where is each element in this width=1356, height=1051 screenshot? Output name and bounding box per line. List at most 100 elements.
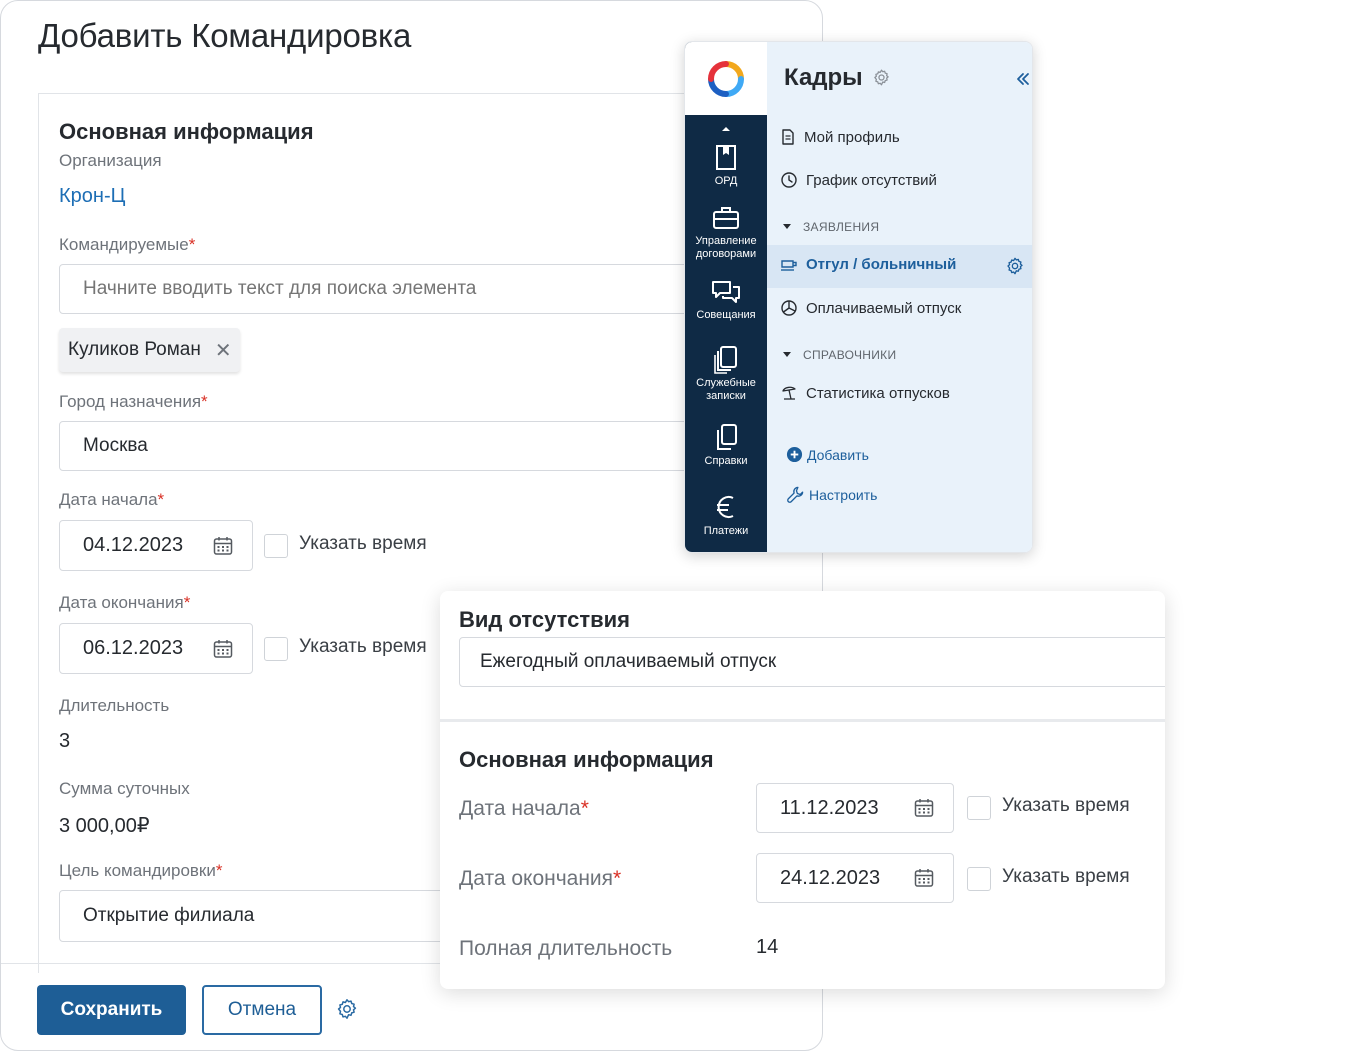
end-date-value: 06.12.2023 (83, 637, 184, 659)
chat-bubbles-icon (712, 281, 740, 303)
end-specify-time-label: Указать время (299, 636, 427, 657)
app-rail: ОРД Управление договорами Совещания Служ… (685, 42, 767, 552)
rail-item-label: Справки (704, 455, 748, 467)
absence-end-time-checkbox[interactable] (967, 867, 991, 891)
absence-end-label: Дата окончания* (459, 867, 622, 890)
full-duration-value: 14 (756, 936, 779, 958)
purpose-value: Открытие филиала (83, 905, 255, 926)
start-date-value: 04.12.2023 (83, 534, 184, 556)
cancel-button[interactable]: Отмена (202, 985, 322, 1035)
plus-circle-icon (786, 446, 803, 463)
rail-item-meetings[interactable]: Совещания (685, 278, 767, 322)
end-specify-time-checkbox[interactable] (264, 637, 288, 661)
gear-icon[interactable] (872, 68, 891, 87)
traveler-chip: Куликов Роман ✕ (59, 328, 240, 372)
rail-item-certificates[interactable]: Справки (685, 422, 767, 468)
full-duration-label: Полная длительность (459, 937, 673, 960)
rail-item-label: Управление (695, 235, 757, 247)
menu-item-label: Отгул / больничный (806, 256, 957, 273)
euro-icon (717, 496, 734, 518)
per-diem-label: Сумма суточных (59, 779, 190, 798)
remove-chip-icon[interactable]: ✕ (215, 338, 232, 363)
city-value: Москва (83, 435, 148, 456)
end-date-input[interactable]: 06.12.2023 (59, 623, 253, 674)
caret-down-icon (783, 352, 791, 357)
absence-start-label: Дата начала* (459, 797, 589, 820)
absence-start-value: 11.12.2023 (780, 796, 879, 819)
app-logo[interactable] (685, 42, 767, 115)
cup-icon (781, 259, 797, 271)
start-specify-time-checkbox[interactable] (264, 534, 288, 558)
document-icon (782, 129, 794, 145)
duration-label: Длительность (59, 696, 170, 715)
start-specify-time-label: Указать время (299, 533, 427, 554)
calendar-icon[interactable] (913, 797, 935, 819)
menu-item-label: Статистика отпусков (806, 384, 950, 402)
menu-group-label: ЗАЯВЛЕНИЯ (803, 220, 880, 234)
duration-value: 3 (59, 730, 71, 752)
rail-item-label: Совещания (696, 309, 756, 321)
add-menu-item-button[interactable]: Добавить (786, 446, 869, 463)
save-button[interactable]: Сохранить (37, 985, 186, 1035)
rail-item-label: Служебные (696, 377, 756, 389)
menu-item-schedule[interactable]: График отсутствий (780, 171, 937, 189)
city-label: Город назначения* (59, 392, 208, 411)
briefcase-icon (713, 207, 739, 229)
organization-link[interactable]: Крон-Ц (59, 185, 125, 208)
add-label: Добавить (807, 446, 869, 463)
rail-item-memos[interactable]: Служебные записки (685, 344, 767, 403)
rail-scroll-up-icon[interactable] (720, 125, 732, 133)
section-title: Основная информация (59, 119, 314, 144)
wrench-icon (787, 486, 804, 503)
end-date-label: Дата окончания* (59, 593, 191, 612)
calendar-icon[interactable] (913, 867, 935, 889)
travelers-label: Командируемые* (59, 235, 196, 254)
menu-item-label: Оплачиваемый отпуск (806, 299, 962, 317)
calendar-icon[interactable] (212, 638, 234, 660)
absence-end-input[interactable]: 24.12.2023 (756, 853, 954, 903)
absence-type-select[interactable]: Ежегодный оплачиваемый отпуск (459, 637, 1165, 687)
traveler-chip-label: Куликов Роман (68, 339, 201, 360)
gear-icon[interactable] (335, 997, 359, 1021)
pie-chart-icon (781, 300, 797, 316)
configure-label: Настроить (809, 486, 878, 503)
absence-type-value: Ежегодный оплачиваемый отпуск (480, 651, 777, 672)
organization-label: Организация (59, 151, 162, 170)
stacked-docs-icon (714, 346, 737, 374)
collapse-double-chevron-icon[interactable] (1015, 71, 1031, 87)
absence-section-title: Основная информация (459, 747, 714, 772)
menu-group-requests[interactable]: ЗАЯВЛЕНИЯ (782, 220, 879, 234)
purpose-label: Цель командировки* (59, 861, 223, 880)
menu-group-references[interactable]: СПРАВОЧНИКИ (782, 348, 896, 362)
rail-item-payments[interactable]: Платежи (685, 492, 767, 538)
absence-type-title: Вид отсутствия (459, 607, 630, 632)
absence-end-time-label: Указать время (1002, 866, 1130, 887)
absence-divider (440, 719, 1165, 722)
clock-icon (781, 172, 797, 188)
menu-item-paid-leave[interactable]: Оплачиваемый отпуск (780, 299, 961, 317)
start-date-label: Дата начала* (59, 490, 165, 509)
start-date-input[interactable]: 04.12.2023 (59, 520, 253, 571)
absence-start-time-checkbox[interactable] (967, 796, 991, 820)
absence-start-time-label: Указать время (1002, 795, 1130, 816)
menu-item-label: График отсутствий (806, 171, 937, 189)
rail-item-label: Платежи (703, 525, 749, 537)
calendar-icon[interactable] (212, 535, 234, 557)
page-title: Добавить Командировка (38, 17, 412, 54)
configure-menu-button[interactable]: Настроить (786, 485, 877, 504)
menu-item-sick-leave[interactable]: Отгул / больничный (780, 256, 956, 273)
app-navigation-popup: ОРД Управление договорами Совещания Служ… (684, 41, 1033, 553)
caret-down-icon (783, 224, 791, 229)
rail-item-label: записки (706, 390, 746, 402)
rail-item-contracts[interactable]: Управление договорами (685, 204, 767, 261)
menu-item-profile[interactable]: Мой профиль (780, 128, 900, 146)
app-title: Кадры (784, 64, 891, 92)
menu-item-stats[interactable]: Статистика отпусков (780, 384, 950, 402)
logo-ring-icon (708, 60, 744, 97)
per-diem-value: 3 000,00₽ (59, 815, 150, 837)
absence-card: Вид отсутствия Ежегодный оплачиваемый от… (440, 591, 1165, 989)
absence-end-value: 24.12.2023 (780, 866, 881, 889)
rail-item-ord[interactable]: ОРД (685, 142, 767, 188)
absence-start-input[interactable]: 11.12.2023 (756, 783, 954, 833)
gear-icon[interactable] (1005, 256, 1025, 276)
